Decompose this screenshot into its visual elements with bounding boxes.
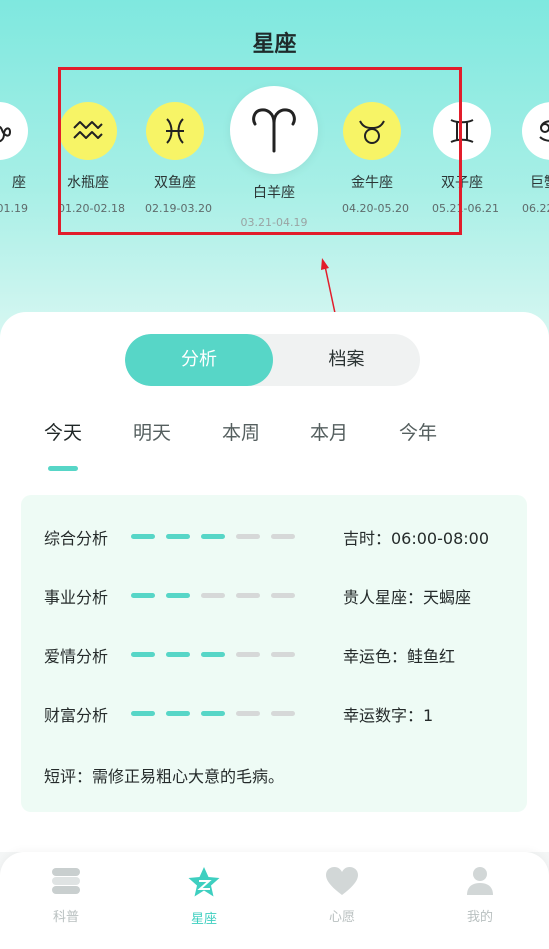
level-dash-empty (271, 534, 295, 539)
level-dash-filled (201, 711, 225, 716)
level-dash-filled (166, 652, 190, 657)
nav-item-mine[interactable]: 我的 (440, 866, 520, 925)
lucky-number: 幸运数字：1 (343, 706, 434, 725)
level-dash-empty (236, 534, 260, 539)
level-dash-empty (271, 711, 295, 716)
level-dash-filled (131, 534, 155, 539)
zodiac-name: 金牛座 (351, 175, 393, 191)
zodiac-date: .01.19 (0, 202, 28, 215)
row-label: 事业分析 (44, 588, 109, 607)
content-card: 分析 档案 今天 明天 本周 本月 今年 综合分析 吉时：06:00-08:00… (0, 312, 549, 852)
zodiac-item-aquarius[interactable]: 水瓶座 01.20-02.18 (58, 102, 125, 215)
aquarius-icon (59, 102, 117, 160)
zodiac-item-capricorn[interactable]: 座 .01.19 (0, 102, 28, 215)
zodiac-item-aries[interactable]: 白羊座 03.21-04.19 (229, 86, 319, 229)
segment-analysis[interactable]: 分析 (125, 334, 273, 386)
tab-underline (48, 466, 78, 471)
zodiac-name: 双鱼座 (154, 175, 196, 191)
user-icon (467, 867, 493, 895)
zodiac-name: 座 (12, 175, 26, 191)
tab-this-year[interactable]: 今年 (388, 418, 448, 445)
lucky-color: 幸运色：鲑鱼红 (343, 647, 456, 666)
pisces-icon (146, 102, 204, 160)
taurus-icon (343, 102, 401, 160)
zodiac-name: 水瓶座 (67, 175, 109, 191)
capricorn-icon (0, 102, 28, 160)
tab-tomorrow[interactable]: 明天 (122, 418, 182, 445)
level-dash-filled (131, 593, 155, 598)
cancer-icon (522, 102, 549, 160)
nav-item-zodiac[interactable]: 星座 (164, 866, 244, 927)
tab-this-week[interactable]: 本周 (211, 418, 271, 445)
level-dash-filled (166, 593, 190, 598)
level-dash-filled (131, 652, 155, 657)
level-dash-empty (201, 593, 225, 598)
zodiac-date: 01.20-02.18 (58, 202, 125, 215)
level-dash-filled (201, 652, 225, 657)
segment-control: 分析 档案 (125, 334, 420, 386)
lucky-time: 吉时：06:00-08:00 (343, 529, 489, 548)
nav-label: 星座 (190, 912, 217, 927)
zodiac-carousel[interactable]: 座 .01.19 水瓶座 01.20-02.18 双鱼座 02.19-03.20… (0, 70, 549, 250)
analysis-panel: 综合分析 吉时：06:00-08:00 事业分析 贵人星座：天蝎座 爱情分析 幸… (21, 495, 527, 812)
period-tabs: 今天 明天 本周 本月 今年 (0, 418, 549, 478)
star-icon (188, 867, 220, 897)
analysis-row-career: 事业分析 贵人星座：天蝎座 (21, 580, 527, 610)
segment-profile[interactable]: 档案 (273, 334, 420, 386)
level-dash-filled (201, 534, 225, 539)
aries-icon (230, 86, 318, 174)
zodiac-date: 05.21-06.21 (432, 202, 499, 215)
noble-sign: 贵人星座：天蝎座 (343, 588, 472, 607)
level-dash-empty (236, 593, 260, 598)
tab-today[interactable]: 今天 (33, 418, 93, 445)
zodiac-name: 巨蟹 (530, 175, 549, 191)
zodiac-name: 白羊座 (253, 185, 295, 201)
zodiac-date: 03.21-04.19 (240, 216, 308, 229)
nav-item-wish[interactable]: 心愿 (302, 866, 382, 925)
analysis-row-overall: 综合分析 吉时：06:00-08:00 (21, 521, 527, 551)
gemini-icon (433, 102, 491, 160)
zodiac-date: 02.19-03.20 (145, 202, 212, 215)
level-dash-empty (236, 652, 260, 657)
zodiac-item-pisces[interactable]: 双鱼座 02.19-03.20 (145, 102, 212, 215)
zodiac-name: 双子座 (441, 175, 483, 191)
zodiac-date: 04.20-05.20 (342, 202, 409, 215)
level-dash-filled (166, 534, 190, 539)
zodiac-date: 06.22 (522, 202, 549, 215)
page-title: 星座 (252, 32, 297, 57)
nav-label: 心愿 (328, 910, 355, 925)
zodiac-item-taurus[interactable]: 金牛座 04.20-05.20 (342, 102, 409, 215)
row-label: 爱情分析 (44, 647, 109, 666)
short-comment: 短评：需修正易粗心大意的毛病。 (44, 767, 285, 786)
nav-item-science[interactable]: 科普 (26, 866, 106, 925)
analysis-row-wealth: 财富分析 幸运数字：1 (21, 698, 527, 728)
zodiac-item-cancer[interactable]: 巨蟹 06.22 (522, 102, 549, 215)
row-label: 财富分析 (44, 706, 109, 725)
nav-label: 我的 (466, 910, 493, 925)
level-dash-empty (271, 593, 295, 598)
level-dash-empty (236, 711, 260, 716)
analysis-row-love: 爱情分析 幸运色：鲑鱼红 (21, 639, 527, 669)
level-dash-empty (271, 652, 295, 657)
level-dash-filled (166, 711, 190, 716)
level-dash-filled (131, 711, 155, 716)
row-label: 综合分析 (44, 529, 109, 548)
zodiac-item-gemini[interactable]: 双子座 05.21-06.21 (432, 102, 499, 215)
heart-icon (326, 867, 358, 895)
book-stack-icon (52, 868, 80, 894)
nav-label: 科普 (52, 910, 79, 925)
tab-this-month[interactable]: 本月 (299, 418, 359, 445)
bottom-nav: 科普 星座 心愿 我的 (0, 852, 549, 949)
